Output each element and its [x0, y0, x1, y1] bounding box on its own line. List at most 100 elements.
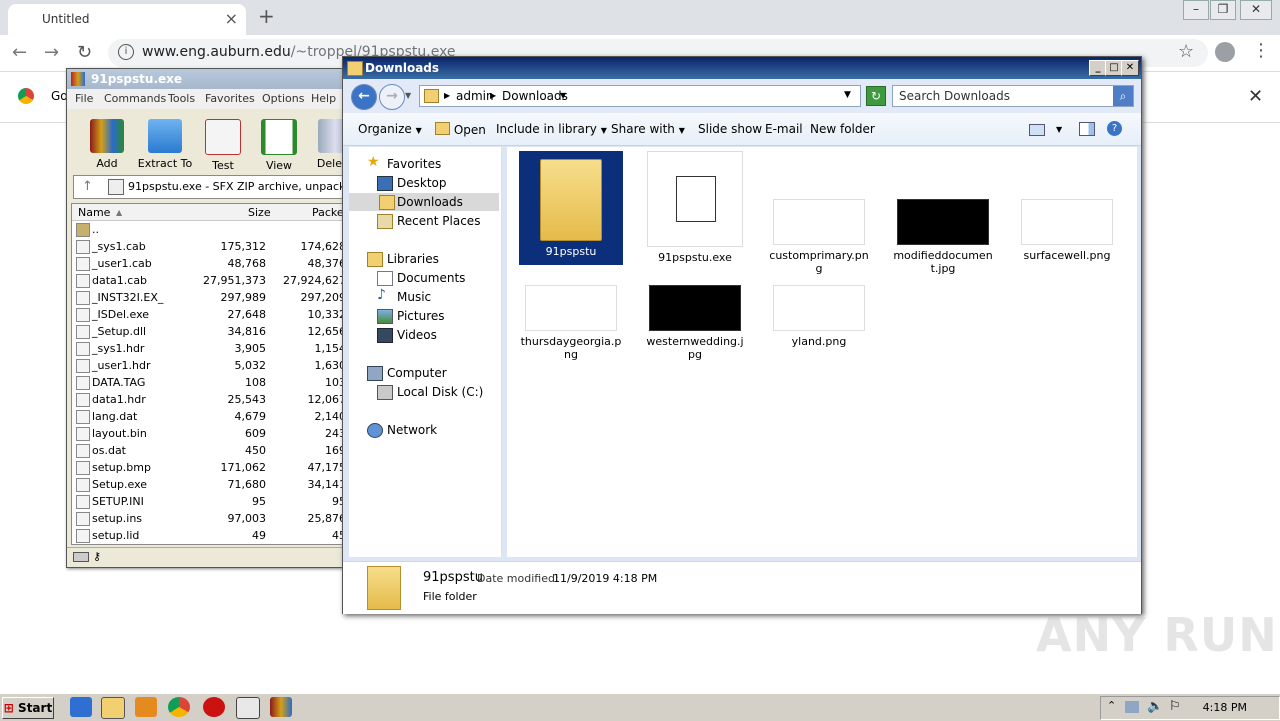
- nav-downloads[interactable]: Downloads: [349, 193, 499, 211]
- internet-explorer-icon[interactable]: [70, 697, 92, 717]
- test-button[interactable]: Test: [193, 111, 253, 172]
- table-row[interactable]: setup.bmp 171,062 47,175: [72, 459, 349, 476]
- refresh-icon[interactable]: ↻: [866, 86, 886, 106]
- nav-local-disk[interactable]: Local Disk (C:): [377, 383, 527, 401]
- explorer-taskbar-icon[interactable]: [101, 697, 125, 719]
- file-item-image[interactable]: westernwedding.jpg: [643, 283, 747, 361]
- breadcrumb-admin[interactable]: admin: [456, 89, 494, 103]
- table-row[interactable]: setup.ins 97,003 25,876: [72, 510, 349, 527]
- nav-recent-places[interactable]: Recent Places: [377, 212, 527, 230]
- back-icon[interactable]: ←: [12, 42, 27, 63]
- forward-arrow-icon[interactable]: →: [379, 84, 405, 110]
- clock[interactable]: 4:18 PM: [1203, 701, 1247, 714]
- nav-documents[interactable]: Documents: [377, 269, 527, 287]
- chrome-taskbar-icon[interactable]: [168, 697, 190, 717]
- menu-help[interactable]: Help: [311, 92, 336, 105]
- media-player-icon[interactable]: [135, 697, 157, 717]
- nav-desktop[interactable]: Desktop: [377, 174, 527, 192]
- email-button[interactable]: E-mail: [765, 122, 803, 136]
- preview-pane-icon[interactable]: [1079, 122, 1095, 136]
- view-options-icon[interactable]: [1029, 124, 1045, 136]
- file-item-image[interactable]: modifieddocument.jpg: [891, 151, 995, 275]
- add-button[interactable]: Add: [77, 111, 137, 170]
- file-item-image[interactable]: thursdaygeorgia.png: [519, 283, 623, 361]
- breadcrumb-chevron-icon[interactable]: ▶: [490, 91, 496, 100]
- forward-icon[interactable]: →: [44, 42, 59, 63]
- include-in-library-button[interactable]: Include in library ▼: [496, 122, 607, 136]
- table-row[interactable]: _user1.cab 48,768 48,376: [72, 255, 349, 272]
- up-arrow-icon[interactable]: ↑: [82, 179, 93, 194]
- table-row[interactable]: os.dat 450 169: [72, 442, 349, 459]
- address-dropdown-icon[interactable]: ▼: [844, 90, 851, 100]
- slide-show-button[interactable]: Slide show: [698, 122, 762, 136]
- winrar-address-bar[interactable]: ↑ 91pspstu.exe - SFX ZIP archive, unpack…: [73, 175, 349, 199]
- table-row[interactable]: _INST32I.EX_ 297,989 297,209: [72, 289, 349, 306]
- breadcrumb[interactable]: ▶ admin ▶ Downloads ▼ ▼: [419, 85, 861, 107]
- new-tab-icon[interactable]: +: [258, 4, 275, 28]
- extract-to-button[interactable]: Extract To: [135, 111, 195, 170]
- file-item-image[interactable]: customprimary.png: [767, 151, 871, 275]
- back-arrow-icon[interactable]: ←: [351, 84, 377, 110]
- search-icon[interactable]: ⌕: [1113, 86, 1133, 106]
- nav-favorites[interactable]: ★ Favorites: [367, 154, 517, 173]
- volume-icon[interactable]: 🔈: [1147, 699, 1163, 714]
- table-row[interactable]: Setup.exe 71,680 34,141: [72, 476, 349, 493]
- new-folder-button[interactable]: New folder: [810, 122, 875, 136]
- close-button[interactable]: ✕: [1121, 60, 1139, 76]
- nav-network[interactable]: Network: [367, 421, 517, 439]
- nav-pictures[interactable]: Pictures: [377, 307, 527, 325]
- action-center-flag-icon[interactable]: ⚐: [1169, 699, 1181, 714]
- table-row[interactable]: setup.lid 49 45: [72, 527, 349, 544]
- info-icon[interactable]: i: [118, 44, 134, 60]
- nav-computer[interactable]: Computer: [367, 364, 517, 382]
- table-row[interactable]: DATA.TAG 108 103: [72, 374, 349, 391]
- name-column-header[interactable]: Name: [78, 206, 110, 219]
- table-row[interactable]: SETUP.INI 95 95: [72, 493, 349, 510]
- menu-commands[interactable]: Commands: [104, 92, 166, 105]
- share-with-button[interactable]: Share with ▼: [611, 122, 685, 136]
- breadcrumb-downloads[interactable]: Downloads: [502, 89, 568, 103]
- size-column-header[interactable]: Size: [248, 206, 271, 219]
- start-button[interactable]: ⊞ Start: [2, 697, 54, 719]
- chevron-down-icon[interactable]: ▼: [1056, 125, 1062, 134]
- breadcrumb-chevron-icon[interactable]: ▼: [560, 91, 566, 100]
- table-row[interactable]: _Setup.dll 34,816 12,656: [72, 323, 349, 340]
- nav-videos[interactable]: Videos: [377, 326, 527, 344]
- table-row[interactable]: layout.bin 609 243: [72, 425, 349, 442]
- nav-libraries[interactable]: Libraries: [367, 250, 517, 268]
- network-tray-icon[interactable]: [1125, 701, 1139, 713]
- recent-pages-chevron-icon[interactable]: ▼: [405, 91, 411, 100]
- file-item-exe[interactable]: 91pspstu.exe: [643, 151, 747, 264]
- search-box[interactable]: Search Downloads ⌕: [892, 85, 1134, 107]
- file-item-folder[interactable]: 91pspstu: [519, 151, 623, 265]
- view-button[interactable]: View: [249, 111, 309, 172]
- bookmark-star-icon[interactable]: ☆: [1178, 41, 1194, 62]
- file-item-image[interactable]: yland.png: [767, 283, 871, 348]
- close-window-button[interactable]: ✕: [1240, 0, 1272, 20]
- close-infobar-icon[interactable]: ✕: [1248, 86, 1263, 107]
- table-row[interactable]: ..: [72, 221, 349, 238]
- tray-expand-icon[interactable]: ⌃: [1107, 699, 1116, 712]
- opera-icon[interactable]: [203, 697, 225, 717]
- minimize-button[interactable]: –: [1183, 0, 1209, 20]
- file-item-image[interactable]: surfacewell.png: [1015, 151, 1119, 262]
- menu-tools[interactable]: Tools: [168, 92, 195, 105]
- nav-music[interactable]: ♪ Music: [377, 287, 527, 306]
- reload-icon[interactable]: ↻: [77, 42, 92, 63]
- explorer-titlebar[interactable]: Downloads _ □ ✕: [343, 57, 1141, 79]
- close-tab-icon[interactable]: ×: [225, 9, 238, 28]
- help-icon[interactable]: ?: [1107, 121, 1122, 136]
- winrar-taskbar-icon[interactable]: [270, 697, 292, 717]
- table-row[interactable]: _ISDel.exe 27,648 10,332: [72, 306, 349, 323]
- table-row[interactable]: lang.dat 4,679 2,140: [72, 408, 349, 425]
- table-row[interactable]: _user1.hdr 5,032 1,630: [72, 357, 349, 374]
- profile-avatar-icon[interactable]: [1215, 42, 1235, 62]
- menu-icon[interactable]: ⋮: [1252, 40, 1270, 61]
- table-row[interactable]: data1.hdr 25,543 12,067: [72, 391, 349, 408]
- menu-file[interactable]: File: [75, 92, 93, 105]
- table-row[interactable]: _sys1.hdr 3,905 1,154: [72, 340, 349, 357]
- breadcrumb-chevron-icon[interactable]: ▶: [444, 91, 450, 100]
- maximize-button[interactable]: ❐: [1210, 0, 1236, 20]
- organize-button[interactable]: Organize ▼: [358, 122, 422, 136]
- table-row[interactable]: _sys1.cab 175,312 174,628: [72, 238, 349, 255]
